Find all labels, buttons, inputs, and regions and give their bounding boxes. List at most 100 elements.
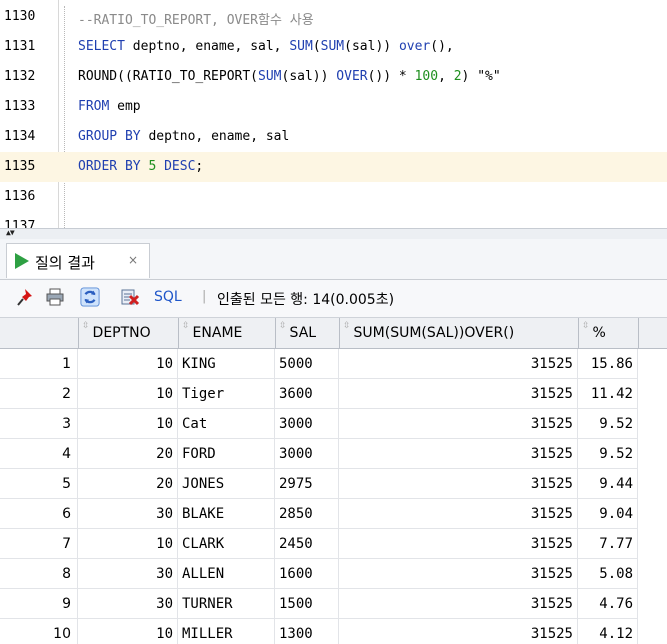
code-text[interactable]: --RATIO_TO_REPORT, OVER함수 사용 (78, 9, 314, 28)
table-row[interactable]: 4 20 FORD 3000 31525 9.52 (0, 439, 667, 469)
cell-pct[interactable]: 11.42 (578, 379, 638, 409)
row-number[interactable]: 8 (0, 559, 78, 589)
close-icon[interactable]: × (128, 253, 138, 267)
cell-ename[interactable]: KING (178, 349, 275, 379)
sql-editor[interactable]: 1130 --RATIO_TO_REPORT, OVER함수 사용 1131 SELE… (0, 0, 667, 228)
cell-deptno[interactable]: 30 (78, 589, 178, 619)
result-grid[interactable]: ⇳ DEPTNO ⇳ ENAME ⇳ SAL ⇳ SUM(SUM(SAL))OVER()… (0, 318, 667, 644)
editor-line[interactable]: 1132 ROUND((RATIO_TO_REPORT(SUM(sal)) OVE… (0, 62, 667, 92)
cell-ename[interactable]: CLARK (178, 529, 275, 559)
column-header-ename[interactable]: ⇳ ENAME (178, 318, 276, 348)
cell-ename[interactable]: BLAKE (178, 499, 275, 529)
cell-pct[interactable]: 4.12 (578, 619, 638, 644)
code-text[interactable]: FROM emp (78, 99, 141, 114)
cell-sal[interactable]: 1600 (275, 559, 339, 589)
cell-sal[interactable]: 3000 (275, 439, 339, 469)
cell-ename[interactable]: FORD (178, 439, 275, 469)
cell-sum-over[interactable]: 31525 (339, 589, 578, 619)
column-header-sal[interactable]: ⇳ SAL (275, 318, 340, 348)
cell-sum-over[interactable]: 31525 (339, 439, 578, 469)
cell-pct[interactable]: 9.52 (578, 439, 638, 469)
cell-sal[interactable]: 1300 (275, 619, 339, 644)
table-row[interactable]: 7 10 CLARK 2450 31525 7.77 (0, 529, 667, 559)
cell-pct[interactable]: 9.44 (578, 469, 638, 499)
cell-ename[interactable]: Tiger (178, 379, 275, 409)
row-number[interactable]: 6 (0, 499, 78, 529)
row-number[interactable]: 9 (0, 589, 78, 619)
collapse-arrows-icon[interactable]: ▲▼ (6, 228, 15, 237)
pin-icon[interactable] (16, 287, 36, 307)
row-number[interactable]: 4 (0, 439, 78, 469)
cell-deptno[interactable]: 10 (78, 349, 178, 379)
cell-sal[interactable]: 2975 (275, 469, 339, 499)
code-text[interactable]: ORDER BY 5 DESC; (78, 159, 203, 174)
editor-line[interactable]: 1133 FROM emp (0, 92, 667, 122)
cell-deptno[interactable]: 20 (78, 469, 178, 499)
cell-ename[interactable]: MILLER (178, 619, 275, 644)
editor-line[interactable]: 1136 (0, 182, 667, 212)
play-icon (15, 253, 29, 269)
cell-sum-over[interactable]: 31525 (339, 499, 578, 529)
table-row[interactable]: 8 30 ALLEN 1600 31525 5.08 (0, 559, 667, 589)
table-row[interactable]: 5 20 JONES 2975 31525 9.44 (0, 469, 667, 499)
cell-sal[interactable]: 2450 (275, 529, 339, 559)
table-row[interactable]: 2 10 Tiger 3600 31525 11.42 (0, 379, 667, 409)
row-number[interactable]: 2 (0, 379, 78, 409)
cell-sum-over[interactable]: 31525 (339, 379, 578, 409)
editor-line[interactable]: 1135 ORDER BY 5 DESC; (0, 152, 667, 182)
cell-deptno[interactable]: 10 (78, 619, 178, 644)
cell-sal[interactable]: 2850 (275, 499, 339, 529)
cell-sum-over[interactable]: 31525 (339, 349, 578, 379)
cell-sal[interactable]: 5000 (275, 349, 339, 379)
refresh-icon[interactable] (80, 287, 100, 307)
cell-sum-over[interactable]: 31525 (339, 409, 578, 439)
printer-icon[interactable] (45, 287, 65, 307)
table-row[interactable]: 10 10 MILLER 1300 31525 4.12 (0, 619, 667, 644)
table-row[interactable]: 3 10 Cat 3000 31525 9.52 (0, 409, 667, 439)
row-number[interactable]: 3 (0, 409, 78, 439)
cell-sal[interactable]: 3600 (275, 379, 339, 409)
cell-sum-over[interactable]: 31525 (339, 619, 578, 644)
tab-query-result[interactable]: 질의 결과 × (6, 243, 150, 278)
cell-pct[interactable]: 7.77 (578, 529, 638, 559)
editor-line[interactable]: 1131 SELECT deptno, ename, sal, SUM(SUM(s… (0, 32, 667, 62)
row-number[interactable]: 10 (0, 619, 78, 644)
cell-deptno[interactable]: 10 (78, 529, 178, 559)
cell-ename[interactable]: Cat (178, 409, 275, 439)
column-header-pct[interactable]: ⇳% (578, 318, 639, 348)
cell-ename[interactable]: JONES (178, 469, 275, 499)
cell-pct[interactable]: 5.08 (578, 559, 638, 589)
cell-sum-over[interactable]: 31525 (339, 469, 578, 499)
table-row[interactable]: 6 30 BLAKE 2850 31525 9.04 (0, 499, 667, 529)
code-text[interactable]: GROUP BY deptno, ename, sal (78, 129, 289, 144)
row-number[interactable]: 7 (0, 529, 78, 559)
cell-pct[interactable]: 9.52 (578, 409, 638, 439)
cell-sal[interactable]: 3000 (275, 409, 339, 439)
column-header-deptno[interactable]: ⇳ DEPTNO (78, 318, 179, 348)
cell-sum-over[interactable]: 31525 (339, 559, 578, 589)
code-text[interactable]: SELECT deptno, ename, sal, SUM(SUM(sal))… (78, 39, 454, 54)
row-number[interactable]: 1 (0, 349, 78, 379)
cell-deptno[interactable]: 20 (78, 439, 178, 469)
row-number[interactable]: 5 (0, 469, 78, 499)
cell-sum-over[interactable]: 31525 (339, 529, 578, 559)
table-row[interactable]: 1 10 KING 5000 31525 15.86 (0, 349, 667, 379)
cell-deptno[interactable]: 30 (78, 499, 178, 529)
cell-deptno[interactable]: 10 (78, 379, 178, 409)
editor-line[interactable]: 1134 GROUP BY deptno, ename, sal (0, 122, 667, 152)
export-icon[interactable] (120, 287, 140, 307)
cell-pct[interactable]: 15.86 (578, 349, 638, 379)
cell-ename[interactable]: ALLEN (178, 559, 275, 589)
cell-ename[interactable]: TURNER (178, 589, 275, 619)
table-row[interactable]: 9 30 TURNER 1500 31525 4.76 (0, 589, 667, 619)
sql-link[interactable]: SQL (154, 289, 182, 305)
code-text[interactable]: ROUND((RATIO_TO_REPORT(SUM(sal)) OVER())… (78, 69, 501, 84)
cell-deptno[interactable]: 10 (78, 409, 178, 439)
editor-line[interactable]: 1137 (0, 212, 667, 228)
cell-pct[interactable]: 9.04 (578, 499, 638, 529)
column-header-sum-over[interactable]: ⇳ SUM(SUM(SAL))OVER() (339, 318, 579, 348)
editor-line[interactable]: 1130 --RATIO_TO_REPORT, OVER함수 사용 (0, 2, 667, 32)
cell-pct[interactable]: 4.76 (578, 589, 638, 619)
cell-deptno[interactable]: 30 (78, 559, 178, 589)
cell-sal[interactable]: 1500 (275, 589, 339, 619)
